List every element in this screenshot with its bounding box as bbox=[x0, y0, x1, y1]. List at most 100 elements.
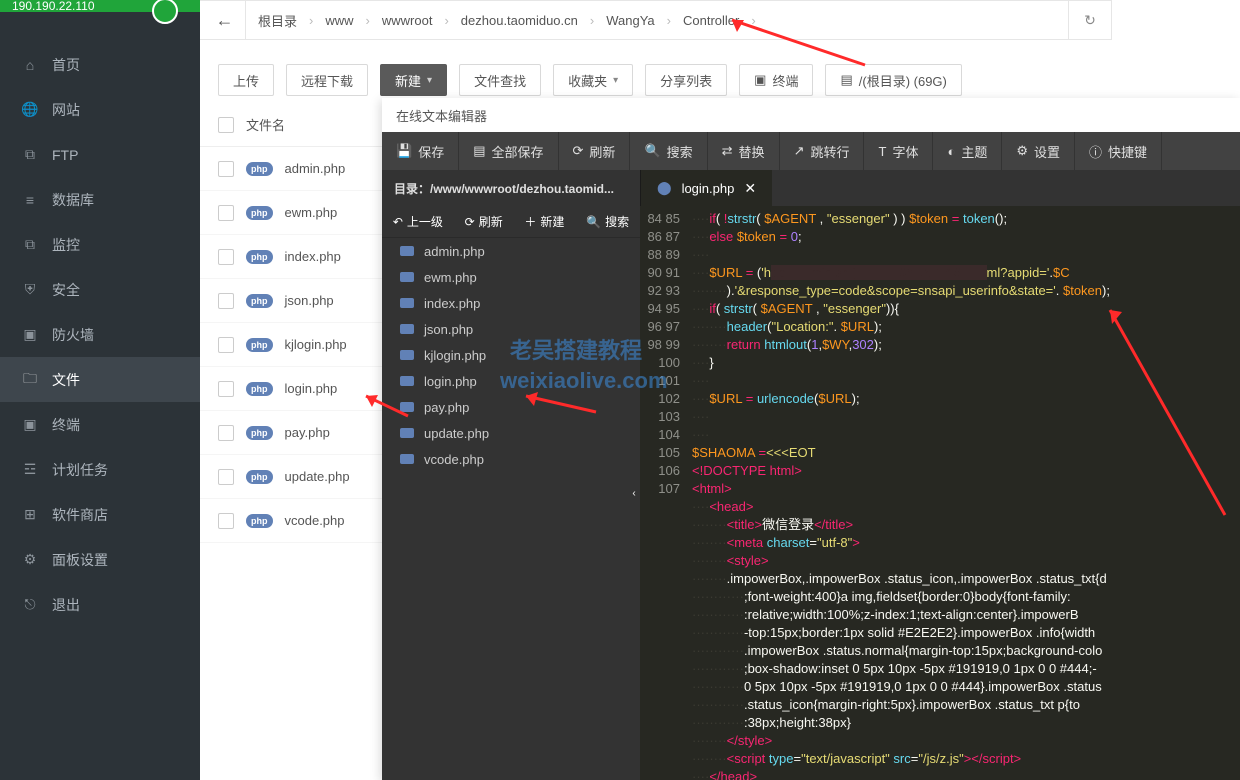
close-icon[interactable]: ✕ bbox=[744, 180, 756, 197]
terminal-button[interactable]: ▣终端 bbox=[739, 64, 813, 96]
sidebar-item-firewall[interactable]: ▣防火墙 bbox=[0, 312, 200, 357]
breadcrumb-segment[interactable]: 根目录 bbox=[246, 11, 309, 30]
save-icon: 💾 bbox=[396, 143, 412, 159]
file-list-header: 文件名 bbox=[200, 103, 382, 147]
row-checkbox[interactable] bbox=[218, 293, 234, 309]
code-area[interactable]: ‹ 84 85 86 87 88 89 90 91 92 93 94 95 96… bbox=[640, 206, 1240, 780]
tree-new-button[interactable]: ＋ 新建 bbox=[524, 213, 564, 230]
sidebar-item-home[interactable]: ⌂首页 bbox=[0, 42, 200, 87]
sidebar-item-schedule[interactable]: ☲计划任务 bbox=[0, 447, 200, 492]
terminal-icon: ▣ bbox=[754, 72, 766, 88]
remote-download-button[interactable]: 远程下载 bbox=[286, 64, 368, 96]
schedule-icon: ☲ bbox=[22, 462, 38, 478]
collapse-handle[interactable]: ‹ bbox=[628, 475, 640, 511]
tree-search-button[interactable]: 🔍 搜索 bbox=[586, 213, 629, 230]
settings-button[interactable]: ⚙设置 bbox=[1002, 132, 1075, 170]
sidebar-item-settings[interactable]: ⚙面板设置 bbox=[0, 537, 200, 582]
sidebar-item-terminal[interactable]: ▣终端 bbox=[0, 402, 200, 447]
column-filename: 文件名 bbox=[246, 115, 285, 134]
editor-filetree: ↶ 上一级 ⟳ 刷新 ＋ 新建 🔍 搜索 admin.phpewm.phpind… bbox=[382, 206, 640, 780]
sidebar-item-ftp[interactable]: ⧉FTP bbox=[0, 132, 200, 177]
row-checkbox[interactable] bbox=[218, 161, 234, 177]
row-checkbox[interactable] bbox=[218, 205, 234, 221]
sidebar-item-database[interactable]: ≡数据库 bbox=[0, 177, 200, 222]
row-checkbox[interactable] bbox=[218, 249, 234, 265]
tree-item-label: login.php bbox=[424, 374, 477, 389]
replace-icon: ⇄ bbox=[722, 143, 733, 159]
breadcrumb-segment[interactable]: wwwroot bbox=[370, 13, 445, 28]
disk-button[interactable]: ▤/(根目录) (69G) bbox=[825, 64, 961, 96]
tree-item-label: json.php bbox=[424, 322, 473, 337]
select-all-checkbox[interactable] bbox=[218, 117, 234, 133]
tree-item[interactable]: kjlogin.php bbox=[382, 342, 640, 368]
sidebar: 190.190.22.110 ⌂首页🌐网站⧉FTP≡数据库⧉监控⛨安全▣防火墙🗀… bbox=[0, 0, 200, 780]
code-body[interactable]: ····if( !strstr( $AGENT , "essenger" ) )… bbox=[692, 206, 1240, 780]
saveall-button[interactable]: ▤全部保存 bbox=[459, 132, 558, 170]
refresh-button[interactable]: ↻ bbox=[1068, 0, 1112, 40]
breadcrumb-segment[interactable]: Controller bbox=[671, 13, 751, 28]
tree-item[interactable]: pay.php bbox=[382, 394, 640, 420]
sidebar-item-label: 退出 bbox=[52, 595, 80, 615]
row-checkbox[interactable] bbox=[218, 425, 234, 441]
file-row[interactable]: phpadmin.php bbox=[200, 147, 382, 191]
save-button[interactable]: 💾保存 bbox=[382, 132, 459, 170]
back-button[interactable]: ← bbox=[204, 1, 246, 39]
php-icon bbox=[400, 402, 414, 412]
settings-icon: ⚙ bbox=[22, 552, 38, 568]
file-row[interactable]: phpindex.php bbox=[200, 235, 382, 279]
file-name: pay.php bbox=[285, 425, 330, 440]
tree-item[interactable]: json.php bbox=[382, 316, 640, 342]
tree-up-button[interactable]: ↶ 上一级 bbox=[393, 213, 443, 230]
toolbar: 上传 远程下载 新建▾ 文件查找 收藏夹▾ 分享列表 ▣终端 ▤/(根目录) (… bbox=[200, 57, 1240, 103]
row-checkbox[interactable] bbox=[218, 469, 234, 485]
tree-item[interactable]: ewm.php bbox=[382, 264, 640, 290]
sidebar-item-logout[interactable]: ⎋ 退出 bbox=[0, 582, 200, 627]
find-file-button[interactable]: 文件查找 bbox=[459, 64, 541, 96]
new-button[interactable]: 新建▾ bbox=[380, 64, 447, 96]
sidebar-item-apps[interactable]: ⊞软件商店 bbox=[0, 492, 200, 537]
database-icon: ≡ bbox=[22, 192, 38, 208]
upload-button[interactable]: 上传 bbox=[218, 64, 274, 96]
search-button[interactable]: 🔍搜索 bbox=[630, 132, 707, 170]
share-list-button[interactable]: 分享列表 bbox=[645, 64, 727, 96]
tree-item[interactable]: index.php bbox=[382, 290, 640, 316]
breadcrumb-segment[interactable]: WangYa bbox=[594, 13, 666, 28]
sidebar-item-label: 终端 bbox=[52, 415, 80, 435]
logout-icon: ⎋ bbox=[22, 597, 38, 613]
tree-refresh-button[interactable]: ⟳ 刷新 bbox=[465, 213, 503, 230]
theme-button[interactable]: ◐主题 bbox=[933, 132, 1002, 170]
globe-icon: 🌐 bbox=[22, 102, 38, 118]
goto-button[interactable]: ↗跳转行 bbox=[780, 132, 865, 170]
tree-item[interactable]: vcode.php bbox=[382, 446, 640, 472]
tree-item-label: kjlogin.php bbox=[424, 348, 486, 363]
file-row[interactable]: phpewm.php bbox=[200, 191, 382, 235]
favorites-button[interactable]: 收藏夹▾ bbox=[553, 64, 633, 96]
file-row[interactable]: phppay.php bbox=[200, 411, 382, 455]
font-button[interactable]: T字体 bbox=[864, 132, 933, 170]
tree-item[interactable]: admin.php bbox=[382, 238, 640, 264]
sidebar-item-label: 监控 bbox=[52, 235, 80, 255]
shortcut-button[interactable]: ⓘ快捷键 bbox=[1075, 132, 1162, 170]
file-row[interactable]: phpupdate.php bbox=[200, 455, 382, 499]
sidebar-item-shield[interactable]: ⛨安全 bbox=[0, 267, 200, 312]
replace-button[interactable]: ⇄替换 bbox=[708, 132, 780, 170]
file-row[interactable]: phplogin.php bbox=[200, 367, 382, 411]
tree-item[interactable]: update.php bbox=[382, 420, 640, 446]
file-name: json.php bbox=[285, 293, 334, 308]
tree-item[interactable]: login.php bbox=[382, 368, 640, 394]
php-icon: php bbox=[246, 470, 273, 484]
breadcrumb-segment[interactable]: dezhou.taomiduo.cn bbox=[449, 13, 590, 28]
row-checkbox[interactable] bbox=[218, 337, 234, 353]
sidebar-item-monitor[interactable]: ⧉监控 bbox=[0, 222, 200, 267]
file-row[interactable]: phpkjlogin.php bbox=[200, 323, 382, 367]
editor-tab-login[interactable]: ⬤ login.php ✕ bbox=[640, 170, 772, 206]
sidebar-item-globe[interactable]: 🌐网站 bbox=[0, 87, 200, 132]
file-row[interactable]: phpvcode.php bbox=[200, 499, 382, 543]
breadcrumb-segment[interactable]: www bbox=[313, 13, 365, 28]
refresh-button[interactable]: ⟳刷新 bbox=[559, 132, 631, 170]
file-name: admin.php bbox=[285, 161, 346, 176]
sidebar-item-folder[interactable]: 🗀文件 bbox=[0, 357, 200, 402]
row-checkbox[interactable] bbox=[218, 513, 234, 529]
file-row[interactable]: phpjson.php bbox=[200, 279, 382, 323]
row-checkbox[interactable] bbox=[218, 381, 234, 397]
